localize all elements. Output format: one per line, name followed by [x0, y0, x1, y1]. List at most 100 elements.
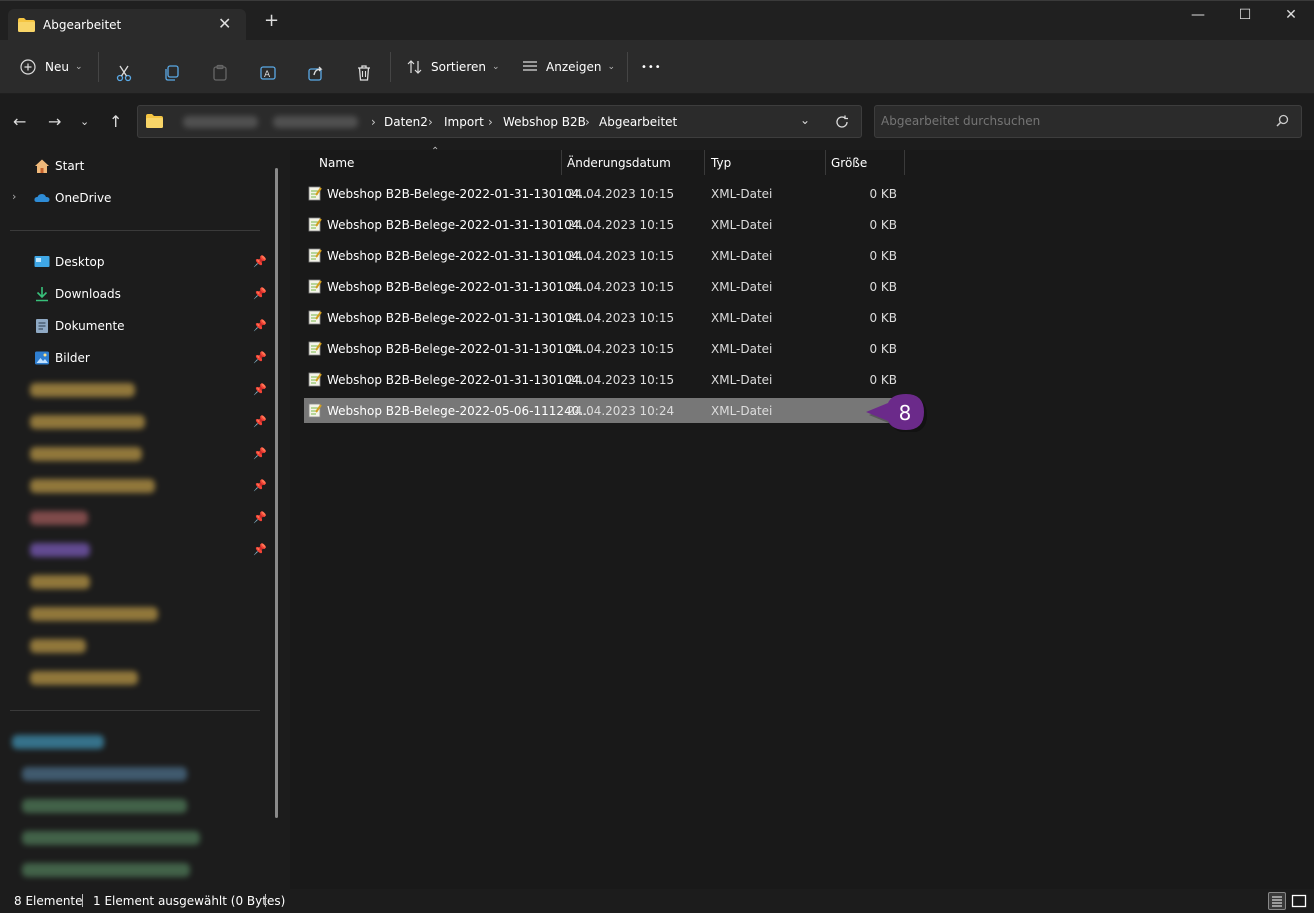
- pin-icon[interactable]: 📌: [253, 447, 267, 460]
- blurred-sidebar-item[interactable]: [12, 735, 104, 749]
- sidebar-item-dokumente[interactable]: Dokumente 📌: [0, 312, 270, 340]
- up-arrow-icon[interactable]: ↑: [109, 112, 122, 131]
- file-list: ⌃ Name Änderungsdatum Typ Größe Webshop …: [290, 146, 1314, 889]
- file-row[interactable]: Webshop B2B-Belege-2022-01-31-130104... 2…: [304, 305, 902, 330]
- blurred-sidebar-item[interactable]: [22, 767, 187, 781]
- blurred-sidebar-item[interactable]: [30, 383, 135, 397]
- pin-icon[interactable]: 📌: [253, 287, 267, 300]
- file-date: 24.04.2023 10:15: [567, 218, 675, 232]
- blurred-sidebar-item[interactable]: [22, 831, 200, 845]
- address-bar[interactable]: › Daten2 › Import › Webshop B2B › Abgear…: [137, 105, 862, 138]
- breadcrumb-item[interactable]: Daten2: [384, 115, 428, 129]
- breadcrumb-item[interactable]: Webshop B2B: [503, 115, 586, 129]
- svg-text:A: A: [264, 70, 271, 80]
- search-input[interactable]: [881, 114, 1261, 128]
- more-options-button[interactable]: •••: [641, 52, 662, 82]
- navigation-bar: ← → ⌄ ↑ › Daten2 › Import › Webshop B2B …: [0, 94, 1314, 150]
- column-header-name[interactable]: Name: [319, 156, 354, 170]
- blurred-sidebar-item[interactable]: [30, 671, 138, 685]
- sidebar-item-start[interactable]: Start: [0, 152, 270, 180]
- pin-icon[interactable]: 📌: [253, 351, 267, 364]
- file-name: Webshop B2B-Belege-2022-01-31-130104...: [327, 249, 591, 263]
- breadcrumb-item[interactable]: Abgearbeitet: [599, 115, 677, 129]
- blurred-sidebar-item[interactable]: [30, 447, 142, 461]
- search-box[interactable]: [874, 105, 1302, 138]
- pin-icon[interactable]: 📌: [253, 479, 267, 492]
- sidebar-item-desktop[interactable]: Desktop 📌: [0, 248, 270, 276]
- pin-icon[interactable]: 📌: [253, 511, 267, 524]
- close-tab-icon[interactable]: ✕: [218, 14, 231, 33]
- tab-abgearbeitet[interactable]: Abgearbeitet ✕: [8, 9, 246, 41]
- minimize-button[interactable]: —: [1188, 7, 1208, 23]
- file-row[interactable]: Webshop B2B-Belege-2022-05-06-111240... 2…: [304, 398, 902, 423]
- blurred-sidebar-item[interactable]: [30, 479, 155, 493]
- xml-file-icon: [308, 217, 322, 232]
- file-date: 24.04.2023 10:15: [567, 187, 675, 201]
- rename-icon[interactable]: A: [259, 58, 277, 88]
- pin-icon[interactable]: 📌: [253, 415, 267, 428]
- file-date: 24.04.2023 10:15: [567, 373, 675, 387]
- pin-icon[interactable]: 📌: [253, 319, 267, 332]
- blurred-sidebar-item[interactable]: [30, 511, 88, 525]
- callout-number: 8: [898, 401, 912, 425]
- pin-icon[interactable]: 📌: [253, 255, 267, 268]
- forward-arrow-icon[interactable]: →: [48, 112, 61, 131]
- file-row[interactable]: Webshop B2B-Belege-2022-01-31-130104... 2…: [304, 274, 902, 299]
- blurred-sidebar-item[interactable]: [30, 575, 90, 589]
- file-row[interactable]: Webshop B2B-Belege-2022-01-31-130104... 2…: [304, 367, 902, 392]
- file-date: 24.04.2023 10:15: [567, 280, 675, 294]
- file-size: 0 KB: [869, 342, 897, 356]
- maximize-button[interactable]: ☐: [1235, 7, 1255, 23]
- blurred-sidebar-item[interactable]: [22, 863, 190, 877]
- address-dropdown-chevron-icon[interactable]: ⌄: [800, 113, 810, 127]
- pin-icon[interactable]: 📌: [253, 543, 267, 556]
- column-header-type[interactable]: Typ: [711, 156, 731, 170]
- details-view-icon[interactable]: [1268, 892, 1286, 910]
- column-header-date[interactable]: Änderungsdatum: [567, 156, 671, 170]
- blurred-sidebar-item[interactable]: [30, 543, 90, 557]
- tab-title: Abgearbeitet: [43, 18, 122, 32]
- document-icon: [36, 319, 48, 333]
- copy-icon[interactable]: [163, 58, 181, 88]
- large-icons-view-icon[interactable]: [1290, 892, 1308, 910]
- sidebar-item-bilder[interactable]: Bilder 📌: [0, 344, 270, 372]
- file-type: XML-Datei: [711, 249, 773, 263]
- sidebar-item-onedrive[interactable]: › OneDrive: [0, 184, 270, 212]
- paste-icon[interactable]: [211, 58, 229, 88]
- file-size: 0 KB: [869, 311, 897, 325]
- cut-icon[interactable]: [115, 58, 133, 88]
- xml-file-icon: [308, 310, 322, 325]
- sort-button[interactable]: Sortieren ⌄: [406, 52, 500, 82]
- recent-locations-chevron-icon[interactable]: ⌄: [80, 115, 89, 128]
- share-icon[interactable]: [307, 58, 325, 88]
- refresh-icon[interactable]: [835, 115, 849, 129]
- blurred-sidebar-item[interactable]: [22, 799, 187, 813]
- blurred-sidebar-item[interactable]: [30, 415, 145, 429]
- blurred-sidebar-item[interactable]: [30, 607, 158, 621]
- xml-file-icon: [308, 248, 322, 263]
- file-row[interactable]: Webshop B2B-Belege-2022-01-31-130104... 2…: [304, 212, 902, 237]
- view-button[interactable]: Anzeigen ⌄: [521, 52, 615, 82]
- file-row[interactable]: Webshop B2B-Belege-2022-01-31-130104... 2…: [304, 336, 902, 361]
- pin-icon[interactable]: 📌: [253, 383, 267, 396]
- file-row[interactable]: Webshop B2B-Belege-2022-01-31-130104... 2…: [304, 181, 902, 206]
- view-button-label: Anzeigen: [546, 60, 602, 74]
- sidebar-item-downloads[interactable]: Downloads 📌: [0, 280, 270, 308]
- sort-ascending-icon: ⌃: [431, 146, 440, 157]
- xml-file-icon: [308, 372, 322, 387]
- file-size: 0 KB: [869, 280, 897, 294]
- column-header-size[interactable]: Größe: [831, 156, 867, 170]
- delete-icon[interactable]: [355, 58, 373, 88]
- file-size: 0 KB: [869, 187, 897, 201]
- chevron-right-icon[interactable]: ›: [12, 190, 16, 203]
- sidebar-scrollbar[interactable]: [275, 168, 278, 818]
- download-icon: [36, 287, 48, 302]
- breadcrumb-item[interactable]: Import: [444, 115, 484, 129]
- file-row[interactable]: Webshop B2B-Belege-2022-01-31-130104... 2…: [304, 243, 902, 268]
- back-arrow-icon[interactable]: ←: [13, 112, 26, 131]
- blurred-sidebar-item[interactable]: [30, 639, 86, 653]
- close-window-button[interactable]: ✕: [1281, 7, 1301, 23]
- new-tab-button[interactable]: +: [264, 12, 279, 30]
- file-type: XML-Datei: [711, 404, 773, 418]
- new-button[interactable]: Neu ⌄: [20, 52, 83, 82]
